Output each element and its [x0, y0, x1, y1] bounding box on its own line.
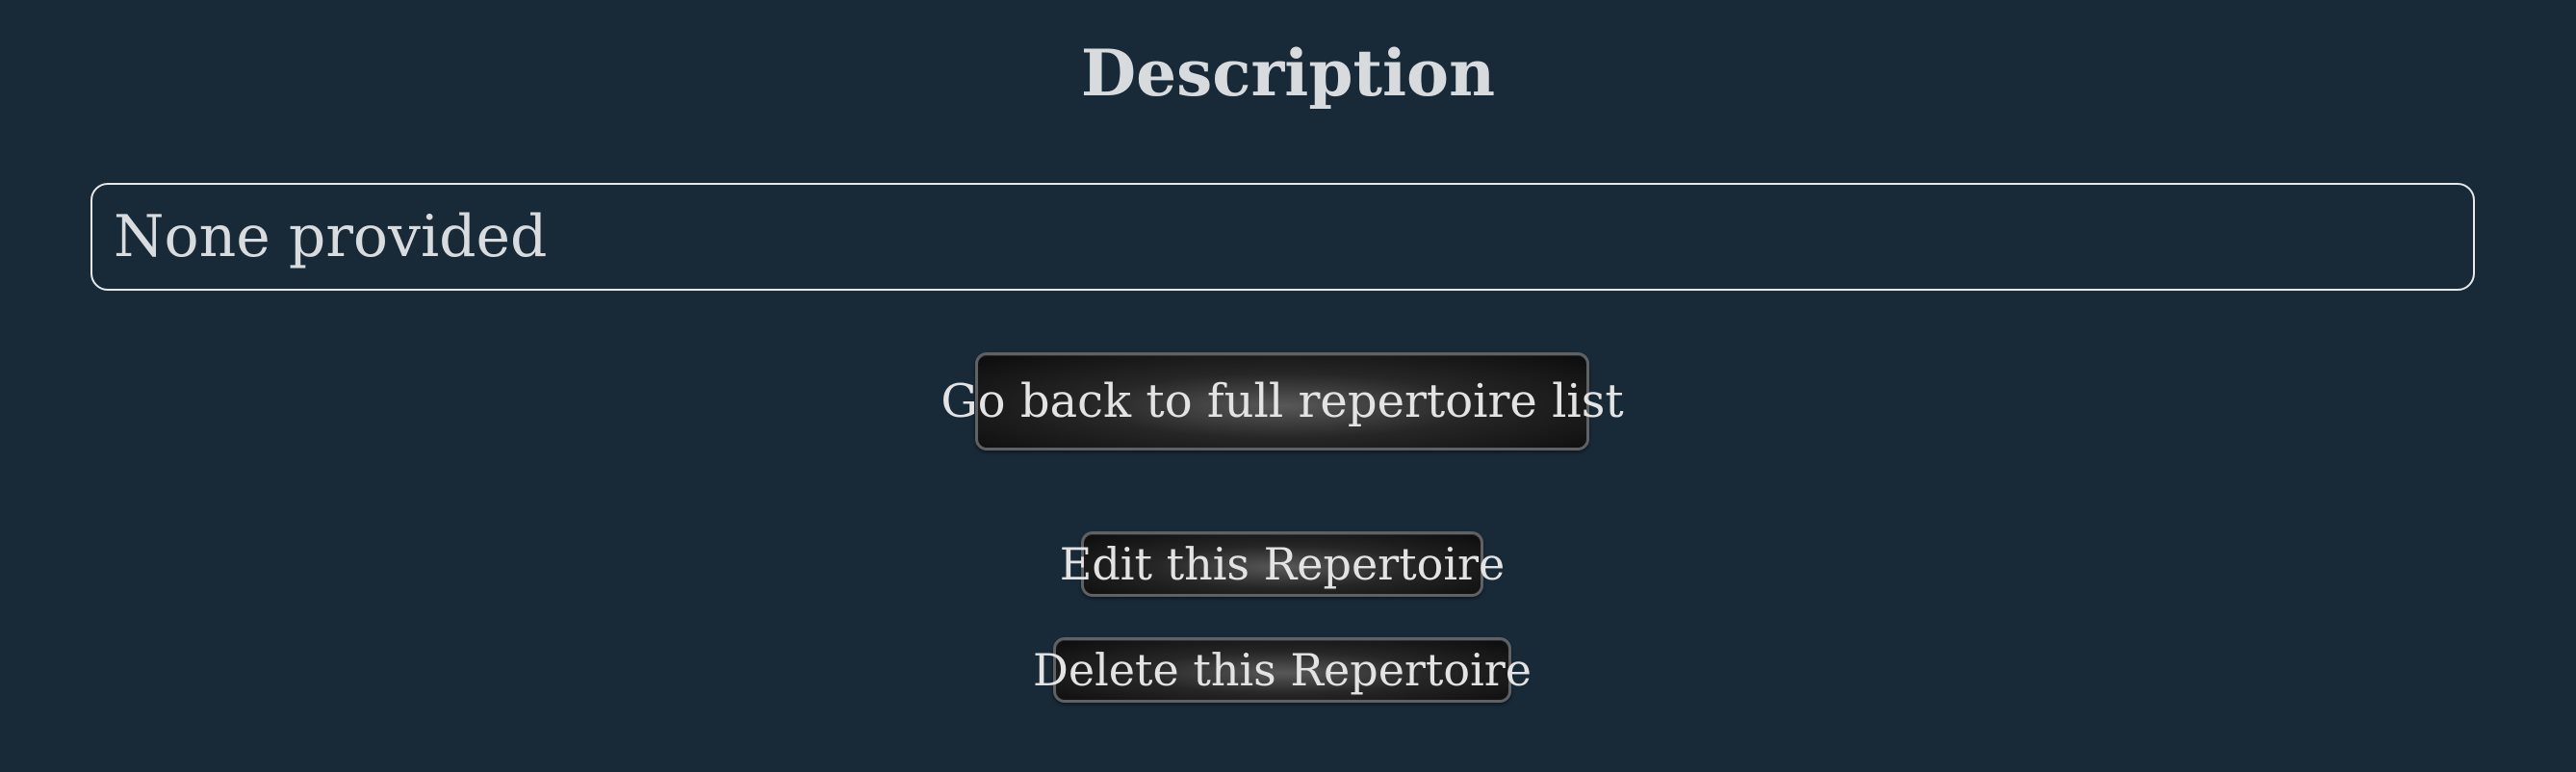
description-box: None provided — [90, 183, 2475, 291]
edit-repertoire-button[interactable]: Edit this Repertoire — [1060, 531, 1505, 597]
back-to-repertoire-list-button[interactable]: Go back to full repertoire list — [940, 352, 1624, 450]
delete-repertoire-button[interactable]: Delete this Repertoire — [1033, 637, 1532, 703]
back-button-label: Go back to full repertoire list — [940, 374, 1624, 428]
edit-button-label: Edit this Repertoire — [1059, 538, 1506, 590]
description-heading: Description — [1080, 36, 1496, 111]
description-text: None provided — [114, 203, 548, 270]
delete-button-label: Delete this Repertoire — [1032, 644, 1533, 696]
